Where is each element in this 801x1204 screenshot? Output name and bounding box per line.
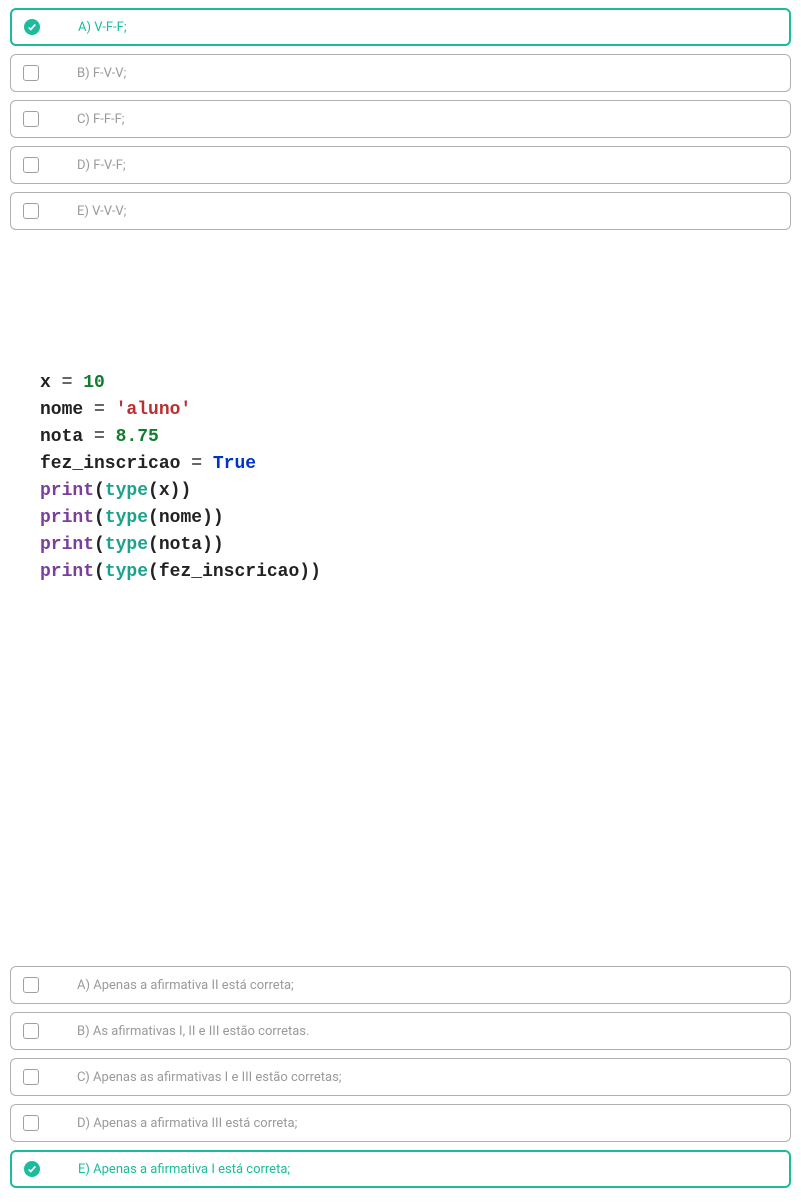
checkbox-icon [23, 1069, 39, 1085]
checkbox-icon [23, 157, 39, 173]
code-line: print(type(nota)) [40, 532, 791, 559]
option-q2-e[interactable]: E) Apenas a afirmativa I está correta; [10, 1150, 791, 1188]
checkbox-icon [23, 977, 39, 993]
checkbox-icon [23, 65, 39, 81]
code-line: x = 10 [40, 370, 791, 397]
option-q1-e[interactable]: E) V-V-V; [10, 192, 791, 230]
option-q1-b[interactable]: B) F-V-V; [10, 54, 791, 92]
option-q1-d[interactable]: D) F-V-F; [10, 146, 791, 184]
option-label: C) Apenas as afirmativas I e III estão c… [77, 1070, 342, 1085]
code-line: print(type(nome)) [40, 505, 791, 532]
check-circle-icon [24, 1161, 40, 1177]
option-label: A) Apenas a afirmativa II está correta; [77, 978, 294, 993]
code-line: nota = 8.75 [40, 424, 791, 451]
checkbox-icon [23, 1023, 39, 1039]
option-label: E) V-V-V; [77, 204, 126, 219]
option-label: E) Apenas a afirmativa I está correta; [78, 1162, 290, 1177]
code-line: print(type(x)) [40, 478, 791, 505]
option-q2-b[interactable]: B) As afirmativas I, II e III estão corr… [10, 1012, 791, 1050]
checkbox-icon [23, 111, 39, 127]
checkbox-icon [23, 203, 39, 219]
option-q2-c[interactable]: C) Apenas as afirmativas I e III estão c… [10, 1058, 791, 1096]
option-q1-c[interactable]: C) F-F-F; [10, 100, 791, 138]
option-q2-a[interactable]: A) Apenas a afirmativa II está correta; [10, 966, 791, 1004]
checkbox-icon [23, 1115, 39, 1131]
code-line: print(type(fez_inscricao)) [40, 559, 791, 586]
code-block: x = 10 nome = 'aluno' nota = 8.75 fez_in… [10, 370, 791, 586]
option-label: A) V-F-F; [78, 20, 127, 35]
option-label: B) As afirmativas I, II e III estão corr… [77, 1024, 309, 1039]
check-circle-icon [24, 19, 40, 35]
code-line: fez_inscricao = True [40, 451, 791, 478]
option-label: C) F-F-F; [77, 112, 125, 127]
option-q2-d[interactable]: D) Apenas a afirmativa III está correta; [10, 1104, 791, 1142]
option-label: B) F-V-V; [77, 66, 126, 81]
option-label: D) Apenas a afirmativa III está correta; [77, 1116, 297, 1131]
option-label: D) F-V-F; [77, 158, 126, 173]
code-line: nome = 'aluno' [40, 397, 791, 424]
option-q1-a[interactable]: A) V-F-F; [10, 8, 791, 46]
